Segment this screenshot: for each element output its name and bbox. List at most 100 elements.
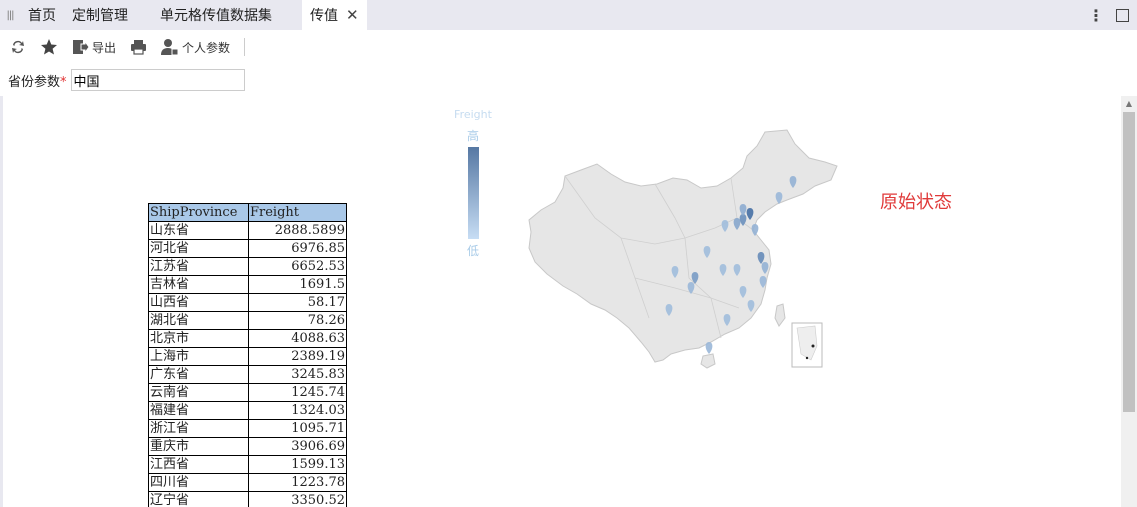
- table-row: 山西省 58.17: [148, 293, 347, 312]
- freight-cell: 1691.5: [248, 275, 347, 294]
- print-icon: [131, 40, 147, 55]
- province-cell: 湖北省: [148, 311, 249, 330]
- table-row: 辽宁省 3350.52: [148, 491, 347, 507]
- tab-handle-icon[interactable]: |||: [0, 0, 20, 30]
- toolbar: 导出 个人参数: [0, 30, 1137, 64]
- table-row: 上海市 2389.19: [148, 347, 347, 366]
- freight-cell: 2888.5899: [248, 221, 347, 240]
- scroll-thumb[interactable]: [1123, 112, 1135, 412]
- table-row: 福建省 1324.03: [148, 401, 347, 420]
- refresh-icon: [12, 40, 24, 54]
- province-cell: 上海市: [148, 347, 249, 366]
- map-pin-marker[interactable]: [705, 342, 713, 354]
- tab-bar: ||| 首页 定制管理 单元格传值数据集 传值 ✕ ⋮: [0, 0, 1137, 30]
- table-row: 湖北省 78.26: [148, 311, 347, 330]
- maximize-icon[interactable]: [1116, 8, 1129, 22]
- freight-cell: 6976.85: [248, 239, 347, 258]
- freight-cell: 1324.03: [248, 401, 347, 420]
- province-cell: 山西省: [148, 293, 249, 312]
- province-cell: 辽宁省: [148, 491, 249, 507]
- legend-high-label: 高: [466, 129, 479, 143]
- freight-cell: 58.17: [248, 293, 347, 312]
- table-row: 浙江省 1095.71: [148, 419, 347, 438]
- tab-home[interactable]: 首页: [20, 0, 64, 30]
- tab-pass-value[interactable]: 传值 ✕: [302, 0, 367, 30]
- tab-cell-dataset-label: 单元格传值数据集: [160, 8, 272, 24]
- close-icon[interactable]: ✕: [346, 6, 359, 24]
- legend-title: Freight: [454, 108, 492, 121]
- map-hainan-island[interactable]: [700, 353, 716, 369]
- freight-cell: 1245.74: [248, 383, 347, 402]
- province-cell: 福建省: [148, 401, 249, 420]
- star-icon: [41, 39, 57, 55]
- vertical-scrollbar[interactable]: ▲: [1121, 96, 1137, 507]
- param-label-text: 省份参数: [8, 74, 61, 90]
- tab-home-label: 首页: [28, 8, 56, 24]
- table-header-row: ShipProvince Freight: [148, 203, 347, 222]
- freight-cell: 1599.13: [248, 455, 347, 474]
- freight-cell: 4088.63: [248, 329, 347, 348]
- tab-pass-value-label: 传值: [310, 8, 338, 24]
- inset-dot: [811, 344, 815, 348]
- table-row: 江西省 1599.13: [148, 455, 347, 474]
- freight-table: ShipProvince Freight 山东省 2888.5899 河北省 6976…: [148, 203, 347, 507]
- china-map[interactable]: [525, 128, 845, 390]
- province-cell: 江苏省: [148, 257, 249, 276]
- export-label: 导出: [92, 40, 117, 55]
- province-cell: 重庆市: [148, 437, 249, 456]
- province-cell: 四川省: [148, 473, 249, 492]
- param-label: 省份参数*: [8, 71, 67, 90]
- legend-low-label: 低: [466, 244, 479, 258]
- province-cell: 河北省: [148, 239, 249, 258]
- personal-params-button[interactable]: 个人参数: [161, 38, 230, 56]
- province-cell: 吉林省: [148, 275, 249, 294]
- province-cell: 云南省: [148, 383, 249, 402]
- freight-cell: 3245.83: [248, 365, 347, 384]
- tab-custom-manage[interactable]: 定制管理: [64, 0, 136, 30]
- user-params-icon: [161, 39, 179, 56]
- freight-cell: 3350.52: [248, 491, 347, 507]
- visual-map-legend: Freight 高 低: [448, 108, 498, 259]
- required-mark: *: [60, 74, 67, 90]
- personal-params-label: 个人参数: [182, 40, 231, 55]
- content-border: [0, 96, 3, 507]
- freight-cell: 3906.69: [248, 437, 347, 456]
- table-row: 山东省 2888.5899: [148, 221, 347, 240]
- map-taiwan-island[interactable]: [774, 303, 786, 327]
- header-ship-province: ShipProvince: [148, 203, 249, 222]
- favorite-button[interactable]: [40, 38, 58, 56]
- toolbar-divider: [244, 38, 246, 56]
- map-landmass[interactable]: [528, 129, 838, 363]
- more-options-icon[interactable]: ⋮: [1088, 6, 1104, 25]
- table-row: 云南省 1245.74: [148, 383, 347, 402]
- freight-cell: 2389.19: [248, 347, 347, 366]
- refresh-button[interactable]: [10, 39, 26, 55]
- status-label: 原始状态: [880, 192, 952, 213]
- table-row: 北京市 4088.63: [148, 329, 347, 348]
- tab-custom-manage-label: 定制管理: [72, 8, 128, 24]
- freight-cell: 6652.53: [248, 257, 347, 276]
- table-row: 广东省 3245.83: [148, 365, 347, 384]
- table-row: 四川省 1223.78: [148, 473, 347, 492]
- header-freight: Freight: [248, 203, 347, 222]
- inset-dot: [805, 356, 809, 360]
- freight-cell: 1095.71: [248, 419, 347, 438]
- province-param-input[interactable]: [70, 69, 245, 91]
- province-cell: 山东省: [148, 221, 249, 240]
- print-button[interactable]: [130, 39, 147, 55]
- export-button[interactable]: 导出: [72, 39, 116, 56]
- province-cell: 浙江省: [148, 419, 249, 438]
- legend-gradient-bar[interactable]: [467, 147, 479, 239]
- table-row: 河北省 6976.85: [148, 239, 347, 258]
- tab-cell-dataset[interactable]: 单元格传值数据集: [136, 0, 302, 30]
- province-cell: 广东省: [148, 365, 249, 384]
- scroll-up-icon[interactable]: ▲: [1121, 96, 1137, 110]
- province-cell: 江西省: [148, 455, 249, 474]
- export-icon: [73, 39, 89, 55]
- table-row: 吉林省 1691.5: [148, 275, 347, 294]
- province-cell: 北京市: [148, 329, 249, 348]
- freight-cell: 78.26: [248, 311, 347, 330]
- table-row: 江苏省 6652.53: [148, 257, 347, 276]
- table-row: 重庆市 3906.69: [148, 437, 347, 456]
- param-row: 省份参数*: [8, 69, 245, 91]
